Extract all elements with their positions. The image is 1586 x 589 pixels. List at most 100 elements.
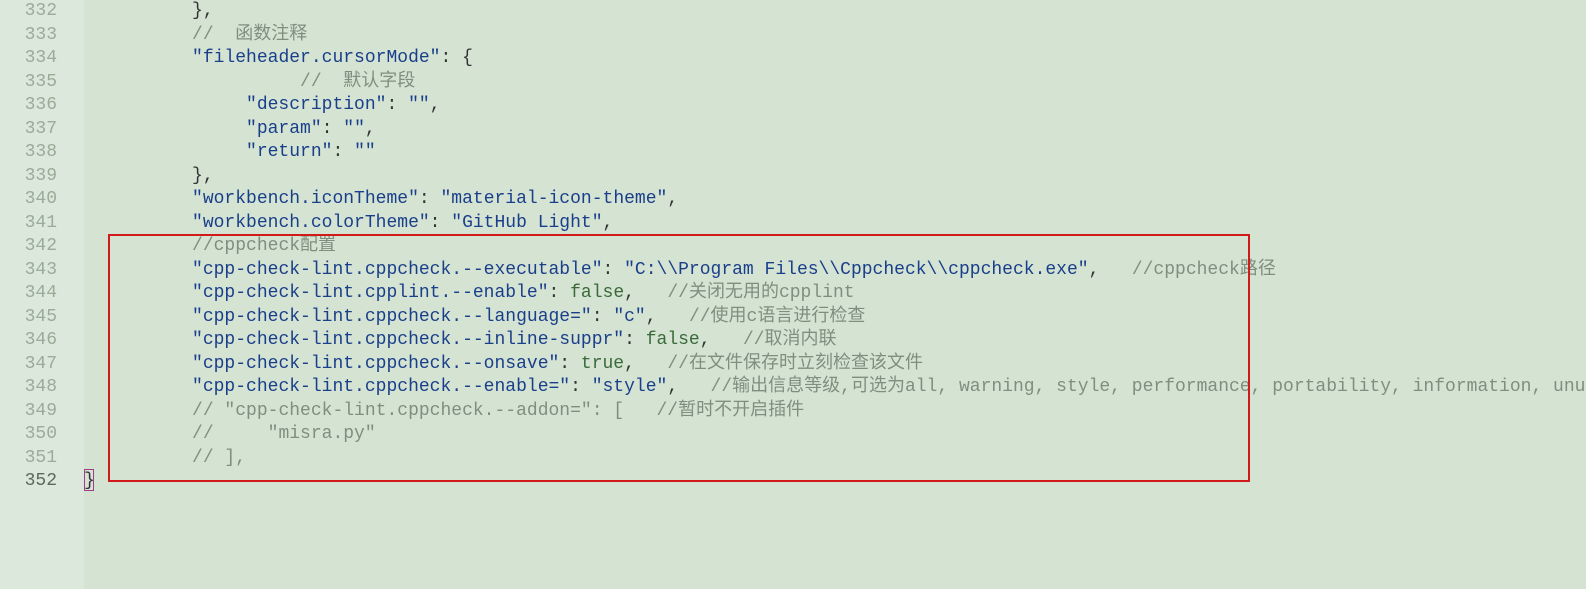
token-comment: // "cpp-check-lint.cppcheck.--addon=": [… [192,401,804,421]
line-number: 337 [0,118,57,142]
token-key: "cpp-check-lint.cppcheck.--inline-suppr" [192,330,624,350]
token-key: "cpp-check-lint.cpplint.--enable" [192,283,548,303]
token-key: "cpp-check-lint.cppcheck.--onsave" [192,354,559,374]
token-key: "param" [246,119,322,139]
token-punc: : [603,260,625,280]
line-number: 340 [0,188,57,212]
token-comment: //cppcheck路径 [1132,260,1276,280]
token-punc: , [624,283,667,303]
token-punc: : [430,213,452,233]
line-number: 348 [0,376,57,400]
token-comment: // "misra.py" [192,424,376,444]
line-number: 342 [0,235,57,259]
code-line[interactable]: // "cpp-check-lint.cppcheck.--addon=": [… [84,400,1586,424]
token-str: "C:\\Program Files\\Cppcheck\\cppcheck.e… [624,260,1088,280]
token-comment: //取消内联 [743,330,837,350]
line-number: 343 [0,259,57,283]
token-punc: : [440,48,462,68]
code-line[interactable]: // ], [84,447,1586,471]
line-number: 335 [0,71,57,95]
token-brace: }, [192,166,214,186]
code-line[interactable]: "cpp-check-lint.cppcheck.--onsave": true… [84,353,1586,377]
token-comment: //关闭无用的cpplint [667,283,854,303]
code-line[interactable]: "return": "" [84,141,1586,165]
token-brace: }, [192,1,214,21]
token-comment: //使用c语言进行检查 [689,307,865,327]
line-number: 338 [0,141,57,165]
fold-column [75,0,84,589]
token-comment: //cppcheck配置 [192,236,336,256]
token-punc: : [559,354,581,374]
token-punc: , [667,377,710,397]
code-line[interactable]: "fileheader.cursorMode": { [84,47,1586,71]
token-key: "workbench.colorTheme" [192,213,430,233]
code-line[interactable]: }, [84,0,1586,24]
line-number: 350 [0,423,57,447]
token-punc: : [549,283,571,303]
token-punc: : [386,95,408,115]
token-comment: //在文件保存时立刻检查该文件 [667,354,923,374]
token-str: "c" [613,307,645,327]
token-punc: : [570,377,592,397]
code-line[interactable]: }, [84,165,1586,189]
token-brace: } [84,471,95,491]
token-punc: , [646,307,689,327]
code-area[interactable]: }, // 函数注释 "fileheader.cursorMode": { //… [84,0,1586,589]
line-number: 351 [0,447,57,471]
token-key: "cpp-check-lint.cppcheck.--executable" [192,260,602,280]
token-brace: { [462,48,473,68]
token-punc: : [332,142,354,162]
code-editor[interactable]: 3323333343353363373383393403413423433443… [0,0,1586,589]
token-comment: // 函数注释 [192,25,307,45]
token-punc: : [419,189,441,209]
token-key: "cpp-check-lint.cppcheck.--language=" [192,307,592,327]
token-punc: , [624,354,667,374]
token-key: "workbench.iconTheme" [192,189,419,209]
line-number: 346 [0,329,57,353]
code-line[interactable]: // 函数注释 [84,24,1586,48]
line-number: 352 [0,470,57,494]
line-number: 349 [0,400,57,424]
code-line[interactable]: "param": "", [84,118,1586,142]
token-key: "fileheader.cursorMode" [192,48,440,68]
code-line[interactable]: "cpp-check-lint.cppcheck.--language=": "… [84,306,1586,330]
token-punc: , [700,330,743,350]
token-key: "cpp-check-lint.cppcheck.--enable=" [192,377,570,397]
token-str: "" [408,95,430,115]
token-punc: , [1089,260,1132,280]
token-str: "material-icon-theme" [440,189,667,209]
code-line[interactable]: "cpp-check-lint.cppcheck.--inline-suppr"… [84,329,1586,353]
code-line[interactable]: "cpp-check-lint.cpplint.--enable": false… [84,282,1586,306]
token-bool: false [570,283,624,303]
token-bool: false [646,330,700,350]
code-line[interactable]: "description": "", [84,94,1586,118]
code-line[interactable]: //cppcheck配置 [84,235,1586,259]
token-str: "" [354,142,376,162]
line-number: 345 [0,306,57,330]
code-line[interactable]: "workbench.iconTheme": "material-icon-th… [84,188,1586,212]
token-str: "GitHub Light" [451,213,602,233]
token-comment: // 默认字段 [300,72,415,92]
token-punc: , [667,189,678,209]
line-number: 344 [0,282,57,306]
code-line[interactable]: } [84,470,1586,494]
line-number-gutter: 3323333343353363373383393403413423433443… [0,0,75,589]
token-comment: // ], [192,448,246,468]
token-punc: , [365,119,376,139]
code-line[interactable]: "workbench.colorTheme": "GitHub Light", [84,212,1586,236]
token-punc: : [592,307,614,327]
token-punc: : [322,119,344,139]
token-punc: , [603,213,614,233]
line-number: 341 [0,212,57,236]
code-line[interactable]: "cpp-check-lint.cppcheck.--executable": … [84,259,1586,283]
code-line[interactable]: "cpp-check-lint.cppcheck.--enable=": "st… [84,376,1586,400]
line-number: 336 [0,94,57,118]
code-line[interactable]: // "misra.py" [84,423,1586,447]
token-punc: , [430,95,441,115]
line-number: 347 [0,353,57,377]
code-line[interactable]: // 默认字段 [84,71,1586,95]
line-number: 339 [0,165,57,189]
token-str: "style" [592,377,668,397]
token-key: "description" [246,95,386,115]
token-key: "return" [246,142,332,162]
